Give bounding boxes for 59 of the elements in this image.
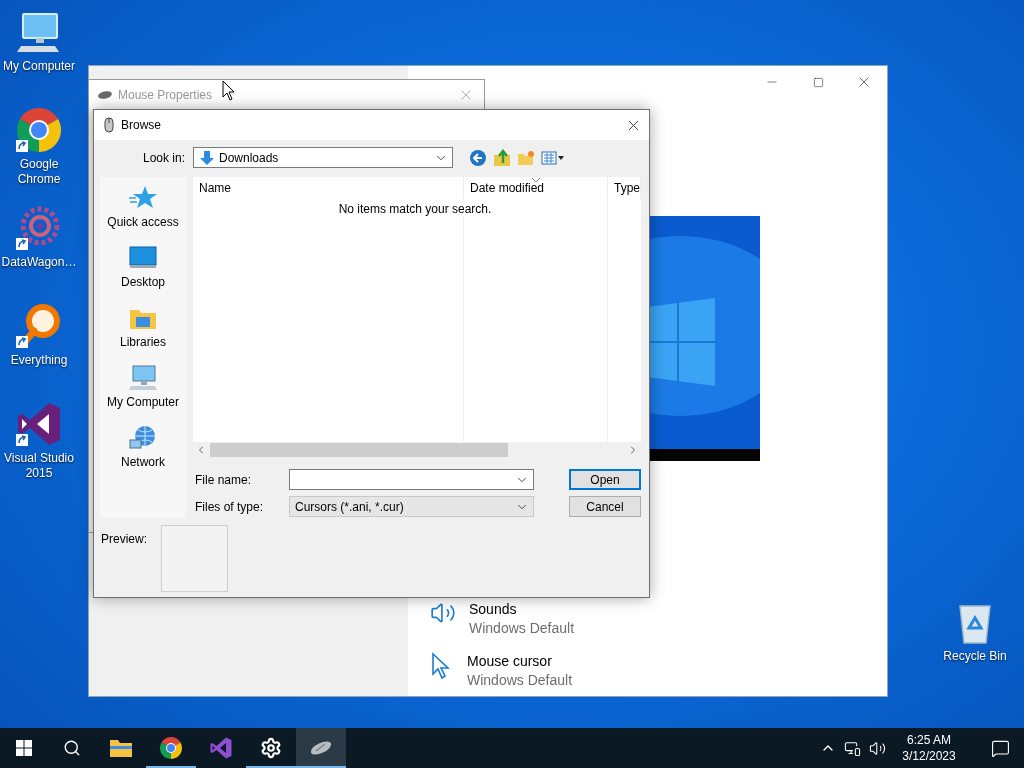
file-name-label: File name: <box>195 472 253 487</box>
desktop-icon <box>128 245 158 271</box>
star-icon <box>128 185 158 211</box>
column-header[interactable]: Name <box>193 177 464 199</box>
look-in-dropdown[interactable]: Downloads <box>193 147 453 168</box>
view-grid-icon <box>541 149 565 166</box>
file-type-dropdown[interactable]: Cursors (*.ani, *.cur) <box>289 496 534 517</box>
windows-logo-icon <box>16 740 32 756</box>
clock-date[interactable]: 3/12/2023 <box>902 748 956 764</box>
search-icon <box>63 739 81 757</box>
column-header[interactable]: Date modified <box>464 177 608 199</box>
scrollbar-thumb[interactable] <box>210 443 508 457</box>
window-title: Mouse Properties <box>118 87 213 102</box>
taskbar-app[interactable] <box>296 728 346 768</box>
gear-icon <box>260 737 282 759</box>
new-folder-icon <box>517 149 535 166</box>
preview-box <box>161 525 228 592</box>
globe-icon <box>128 425 158 451</box>
icon-label: Everything <box>9 353 69 368</box>
look-in-label: Look in: <box>141 150 186 165</box>
network-icon <box>844 739 861 757</box>
up-folder-button[interactable] <box>493 148 511 167</box>
browser-icon <box>159 736 183 760</box>
speaker-icon <box>869 739 886 757</box>
up-folder-icon <box>493 148 511 167</box>
place-item[interactable]: Desktop <box>100 238 186 298</box>
column-header[interactable]: Type <box>608 177 641 199</box>
setting-value: Windows Default <box>467 671 573 690</box>
empty-message: No items match your search. <box>336 202 494 216</box>
ribbon-logo-icon <box>209 736 233 760</box>
setting-title[interactable]: Sounds <box>469 600 575 619</box>
setting-title[interactable]: Mouse cursor <box>467 652 573 671</box>
icon-label: DataWagon… <box>0 255 78 270</box>
icon-label: Google Chrome <box>16 157 62 187</box>
back-button[interactable] <box>469 148 487 167</box>
file-name-field[interactable] <box>289 469 534 490</box>
open-button[interactable]: Open <box>569 469 641 490</box>
icon-label: My Computer <box>2 59 76 74</box>
monitor-icon <box>128 365 158 391</box>
icon-label: Recycle Bin <box>942 649 1008 664</box>
cancel-button[interactable]: Cancel <box>569 496 641 517</box>
place-item[interactable]: Libraries <box>100 298 186 358</box>
speech-bubble-icon <box>990 738 1010 758</box>
preview-label: Preview: <box>101 531 148 548</box>
mouse-icon <box>104 117 114 133</box>
down-arrow-icon <box>199 149 215 166</box>
maximize-icon <box>812 76 824 88</box>
view-menu-button[interactable] <box>541 149 565 166</box>
setting-value: Windows Default <box>469 619 575 638</box>
place-item[interactable]: Network <box>100 418 186 478</box>
clock-time[interactable]: 6:25 AM <box>907 732 951 748</box>
icon-label: Visual Studio 2015 <box>3 451 75 481</box>
place-item[interactable]: My Computer <box>100 358 186 418</box>
dialog-title: Browse <box>121 118 162 132</box>
sort-icon <box>530 177 541 183</box>
mouse-icon <box>97 89 113 100</box>
place-item[interactable]: Quick access <box>100 178 186 238</box>
folder-icon <box>109 738 133 758</box>
file-type-label: Files of type: <box>195 499 265 514</box>
